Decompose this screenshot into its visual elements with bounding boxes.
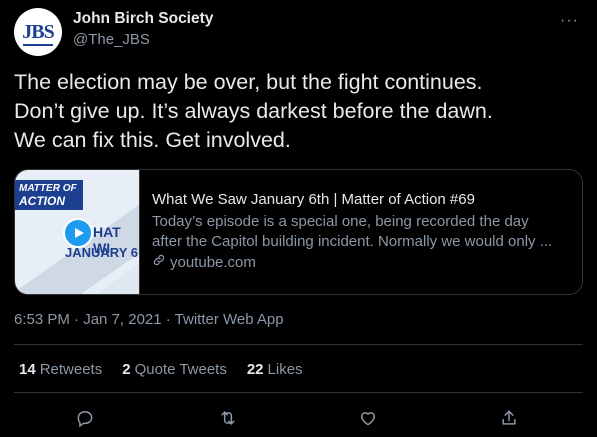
retweets-stat[interactable]: 14 Retweets [19, 361, 102, 378]
retweets-label: Retweets [39, 361, 103, 378]
avatar-logo: JBS [22, 21, 54, 43]
quotes-count: 2 [122, 361, 131, 378]
avatar[interactable]: JBS [14, 8, 62, 56]
card-title: What We Saw January 6th | Matter of Acti… [152, 191, 475, 208]
thumb-banner: MATTER OF ACTION [15, 180, 83, 210]
likes-label: Likes [267, 361, 303, 378]
account-name[interactable]: John Birch Society [73, 10, 213, 28]
divider [14, 344, 583, 345]
play-icon[interactable] [63, 218, 93, 248]
account-handle[interactable]: @The_JBS [73, 31, 150, 48]
link-card[interactable]: MATTER OF ACTION HAT WI JANUARY 6 What W… [14, 169, 583, 295]
likes-count: 22 [246, 361, 264, 378]
quotes-label: Quote Tweets [134, 361, 227, 378]
like-icon[interactable] [353, 404, 383, 432]
more-icon[interactable]: ··· [560, 12, 579, 30]
tweet-timestamp[interactable]: 6:53 PM · Jan 7, 2021 · Twitter Web App [14, 311, 284, 328]
action-bar [0, 404, 597, 432]
card-link-text: youtube.com [170, 254, 256, 271]
avatar-underline [23, 44, 53, 46]
retweet-icon[interactable] [213, 404, 243, 432]
retweets-count: 14 [19, 361, 36, 378]
link-icon [152, 253, 166, 273]
share-icon[interactable] [494, 404, 524, 432]
divider [14, 392, 583, 393]
card-description-line1: Today’s episode is a special one, being … [152, 213, 529, 230]
tweet-text: The election may be over, but the fight … [14, 70, 493, 152]
likes-stat[interactable]: 22 Likes [247, 361, 303, 378]
card-description-line2: after the Capitol building incident. Nor… [152, 233, 553, 250]
tweet-stats: 14 Retweets 2 Quote Tweets 22 Likes [19, 361, 303, 378]
card-body: What We Saw January 6th | Matter of Acti… [139, 170, 582, 294]
card-thumbnail: MATTER OF ACTION HAT WI JANUARY 6 [15, 170, 139, 294]
quotes-stat[interactable]: 2 Quote Tweets [122, 361, 227, 378]
thumb-banner-line2: ACTION [19, 194, 65, 208]
card-link: youtube.com [152, 253, 582, 273]
reply-icon[interactable] [70, 404, 100, 432]
